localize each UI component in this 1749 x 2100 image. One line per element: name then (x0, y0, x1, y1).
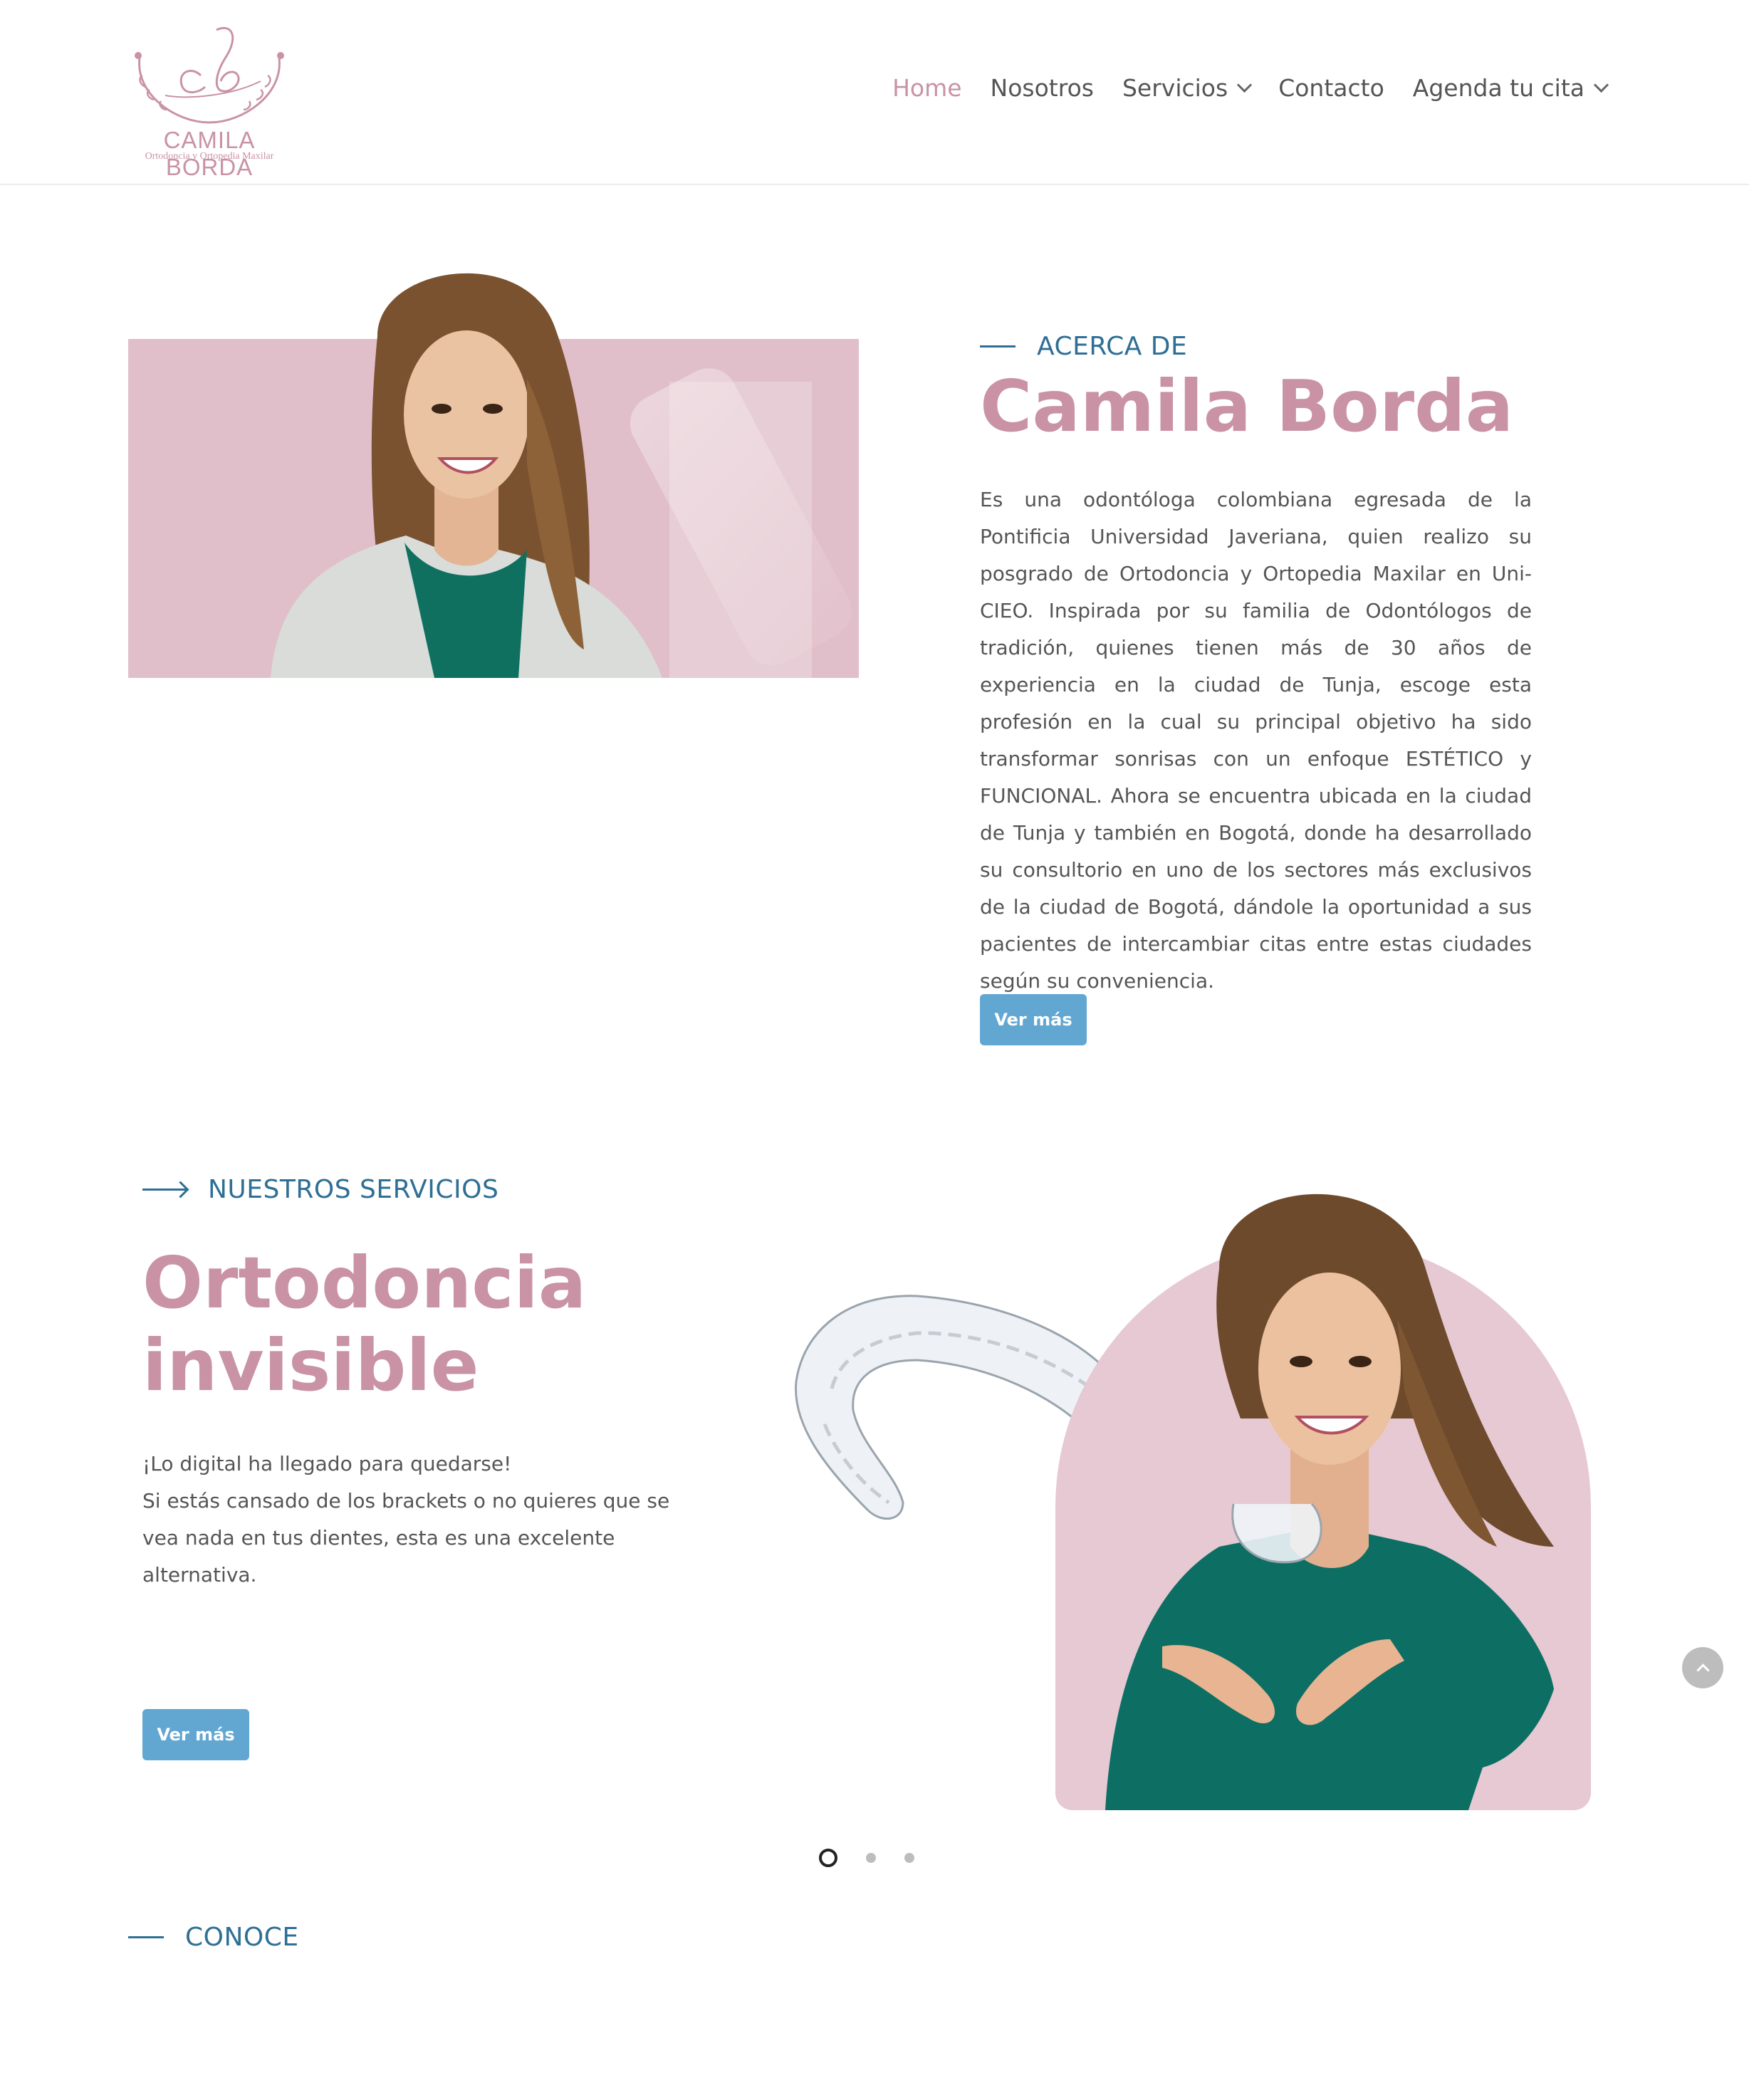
main-nav: Home Nosotros Servicios Contacto Agenda … (864, 74, 1609, 102)
conoce-eyebrow: CONOCE (128, 1923, 299, 1952)
nav-item-servicios[interactable]: Servicios (1122, 74, 1253, 102)
slider-dot-2[interactable] (866, 1853, 876, 1863)
service-title: Ortodoncia invisible (142, 1242, 641, 1407)
service-description: ¡Lo digital ha llegado para quedarse! Si… (142, 1446, 712, 1594)
about-photo (128, 251, 859, 678)
slider-dot-3[interactable] (904, 1853, 914, 1863)
nav-label: Agenda tu cita (1412, 74, 1584, 102)
nav-label: Nosotros (990, 74, 1094, 102)
nav-item-home[interactable]: Home (892, 74, 961, 102)
chevron-down-icon (1237, 77, 1253, 93)
slider-dot-1[interactable] (819, 1849, 837, 1867)
service-description-line: ¡Lo digital ha llegado para quedarse! (142, 1452, 512, 1475)
arrow-right-icon (142, 1189, 187, 1191)
about-eyebrow-label: ACERCA DE (1037, 332, 1188, 361)
brand-logo[interactable]: CAMILA BORDA Ortodoncia y Ortopedia Maxi… (125, 16, 293, 180)
chevron-down-icon (1593, 77, 1609, 93)
service-title-line: invisible (142, 1324, 479, 1407)
services-eyebrow-label: NUESTROS SERVICIOS (208, 1175, 499, 1204)
nav-label: Servicios (1122, 74, 1228, 102)
about-title: Camila Borda (980, 365, 1514, 448)
site-header: CAMILA BORDA Ortodoncia y Ortopedia Maxi… (0, 0, 1749, 185)
doctor-portrait-illustration (271, 273, 662, 678)
scroll-to-top-button[interactable] (1682, 1647, 1723, 1688)
service-title-line: Ortodoncia (142, 1241, 587, 1325)
eyebrow-line (128, 1936, 164, 1938)
nav-item-contacto[interactable]: Contacto (1278, 74, 1384, 102)
eyebrow-line (980, 345, 1016, 348)
about-description: Es una odontóloga colombiana egresada de… (980, 488, 1532, 993)
doctor-holding-aligner-illustration (1105, 1193, 1554, 1810)
services-eyebrow: NUESTROS SERVICIOS (142, 1175, 498, 1204)
about-ver-mas-button[interactable]: Ver más (980, 994, 1087, 1045)
service-ver-mas-button[interactable]: Ver más (142, 1709, 249, 1760)
brand-tagline: Ortodoncia y Ortopedia Maxilar (145, 151, 274, 162)
nav-label: Contacto (1278, 74, 1384, 102)
conoce-eyebrow-label: CONOCE (185, 1923, 299, 1952)
service-description-line: Si estás cansado de los brackets o no qu… (142, 1489, 670, 1587)
nav-item-nosotros[interactable]: Nosotros (991, 74, 1094, 102)
logo-monogram-icon (135, 26, 284, 124)
slider-pagination (819, 1849, 914, 1867)
nav-label: Home (892, 74, 962, 102)
about-eyebrow: ACERCA DE (980, 332, 1187, 361)
nav-item-agenda[interactable]: Agenda tu cita (1412, 74, 1609, 102)
